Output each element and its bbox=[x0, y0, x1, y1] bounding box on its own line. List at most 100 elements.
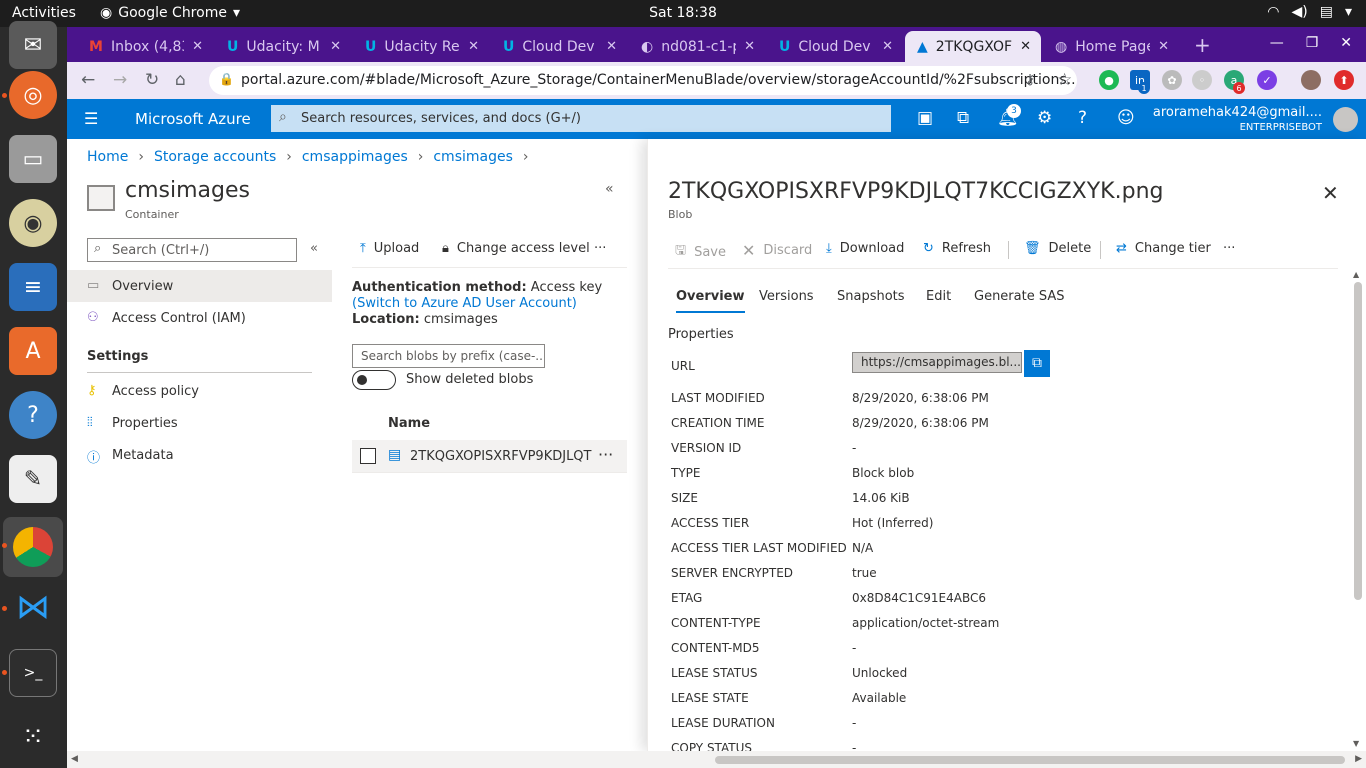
more-actions-button[interactable]: ··· bbox=[1223, 241, 1235, 256]
profile-avatar[interactable] bbox=[1301, 70, 1321, 90]
terminal-icon[interactable]: >_ bbox=[9, 649, 57, 697]
collapse-menu-icon[interactable]: « bbox=[310, 241, 318, 256]
menu-item-metadata[interactable]: ⓘ Metadata bbox=[67, 439, 332, 471]
hamburger-menu-icon[interactable]: ☰ bbox=[84, 109, 98, 128]
mail-icon[interactable]: ✉ bbox=[9, 21, 57, 69]
tab-udacity[interactable]: U Udacity: M ✕ bbox=[215, 31, 351, 62]
scroll-thumb[interactable] bbox=[1354, 282, 1362, 600]
refresh-button[interactable]: ↻ Refresh bbox=[923, 241, 991, 256]
breadcrumb-home[interactable]: Home bbox=[87, 149, 128, 165]
copy-icon[interactable]: ⧉ bbox=[1024, 350, 1050, 377]
address-bar[interactable]: portal.azure.com/#blade/Microsoft_Azure_… bbox=[209, 66, 1077, 95]
close-icon[interactable]: ✕ bbox=[1020, 39, 1031, 54]
help-icon[interactable]: ? bbox=[9, 391, 57, 439]
close-icon[interactable]: ✕ bbox=[330, 39, 341, 54]
writer-icon[interactable]: ≡ bbox=[9, 263, 57, 311]
azure-brand[interactable]: Microsoft Azure bbox=[135, 110, 251, 128]
scroll-up-icon[interactable]: ▲ bbox=[1353, 270, 1359, 279]
key-icon[interactable]: ⚷ bbox=[1025, 72, 1035, 88]
discard-button[interactable]: ✕ Discard bbox=[742, 241, 812, 260]
close-icon[interactable]: ✕ bbox=[468, 39, 479, 54]
more-actions-button[interactable]: ··· bbox=[594, 241, 606, 256]
rhythmbox-icon[interactable]: ◉ bbox=[9, 199, 57, 247]
change-tier-button[interactable]: ⇄ Change tier bbox=[1116, 241, 1211, 256]
save-button[interactable]: 🖫︎ Save bbox=[675, 241, 726, 263]
home-icon[interactable]: ⌂ bbox=[175, 70, 186, 90]
extension-icon[interactable]: ✓ bbox=[1257, 70, 1277, 90]
tab-generate-sas[interactable]: Generate SAS bbox=[974, 289, 1065, 304]
tab-versions[interactable]: Versions bbox=[759, 289, 814, 304]
download-button[interactable]: ⤓ Download bbox=[826, 241, 904, 256]
tab-github[interactable]: ◐ nd081-c1-p ✕ bbox=[629, 31, 765, 62]
upload-button[interactable]: ⤒ Upload bbox=[360, 241, 419, 256]
reload-icon[interactable]: ↻ bbox=[145, 70, 159, 90]
row-checkbox[interactable] bbox=[360, 448, 376, 464]
tab-udacity[interactable]: U Cloud Dev ✕ bbox=[491, 31, 627, 62]
back-icon[interactable]: ← bbox=[81, 70, 95, 90]
close-icon[interactable]: ✕ bbox=[1322, 181, 1339, 205]
tab-snapshots[interactable]: Snapshots bbox=[837, 289, 905, 304]
avatar[interactable] bbox=[1333, 107, 1358, 132]
extension-icon[interactable]: ◦ bbox=[1192, 70, 1212, 90]
tab-udacity[interactable]: U Cloud Dev ✕ bbox=[767, 31, 903, 62]
account-menu[interactable]: arorameh​ak424@gmail.... ENTERPRISEBOT bbox=[1153, 105, 1322, 135]
vertical-scrollbar[interactable]: ▲ ▼ bbox=[1351, 270, 1364, 750]
collapse-blade-icon[interactable]: « bbox=[605, 181, 614, 197]
blob-search-input[interactable]: Search blobs by prefix (case-... bbox=[352, 344, 545, 368]
text-editor-icon[interactable]: ✎ bbox=[9, 455, 57, 503]
forward-icon[interactable]: → bbox=[113, 70, 127, 90]
close-icon[interactable]: ✕ bbox=[882, 39, 893, 54]
vscode-icon[interactable]: ⋈ bbox=[9, 583, 57, 631]
row-more-button[interactable]: ··· bbox=[598, 445, 613, 464]
software-center-icon[interactable]: A bbox=[9, 327, 57, 375]
chrome-dock-icon[interactable] bbox=[3, 517, 63, 577]
menu-item-properties[interactable]: ⦙⦙ Properties bbox=[67, 407, 332, 439]
tab-edit[interactable]: Edit bbox=[926, 289, 951, 304]
maximize-icon[interactable]: ❐ bbox=[1306, 35, 1319, 51]
menu-item-overview[interactable]: ▭ Overview bbox=[67, 270, 332, 302]
change-access-level-button[interactable]: 🔒︎ Change access level bbox=[442, 241, 590, 256]
menu-item-iam[interactable]: ⚇ Access Control (IAM) bbox=[67, 302, 332, 334]
breadcrumb-storage-accounts[interactable]: Storage accounts bbox=[154, 149, 276, 165]
extension-icon[interactable]: ⬆ bbox=[1334, 70, 1354, 90]
settings-gear-icon[interactable]: ⚙ bbox=[1037, 108, 1052, 128]
extension-icon[interactable]: ● bbox=[1099, 70, 1119, 90]
blob-name[interactable]: 2TKQGXOPISXRFVP9KDJLQT7... bbox=[410, 449, 592, 464]
tab-azure-blob[interactable]: ▲ 2TKQGXOF ✕ bbox=[905, 31, 1041, 62]
directory-filter-icon[interactable]: ⧉ bbox=[957, 108, 969, 128]
close-window-icon[interactable]: ✕ bbox=[1340, 35, 1352, 51]
files-icon[interactable]: ▭ bbox=[9, 135, 57, 183]
table-row[interactable]: ▤ 2TKQGXOPISXRFVP9KDJLQT7... ··· bbox=[352, 440, 627, 473]
close-icon[interactable]: ✕ bbox=[744, 39, 755, 54]
tab-udacity[interactable]: U Udacity Re ✕ bbox=[353, 31, 489, 62]
cloud-shell-icon[interactable]: ▣ bbox=[917, 108, 933, 128]
menu-search-input[interactable]: ⌕ Search (Ctrl+/) bbox=[87, 238, 297, 262]
close-icon[interactable]: ✕ bbox=[1158, 39, 1169, 54]
scroll-right-icon[interactable]: ▶ bbox=[1355, 754, 1362, 764]
scroll-down-icon[interactable]: ▼ bbox=[1353, 739, 1359, 748]
firefox-icon[interactable]: ◎ bbox=[9, 71, 57, 119]
minimize-icon[interactable]: — bbox=[1270, 35, 1284, 51]
tab-gmail[interactable]: M Inbox (4,83 ✕ bbox=[77, 31, 213, 62]
help-icon[interactable]: ? bbox=[1078, 108, 1087, 128]
horizontal-scrollbar[interactable]: ◀ ▶ bbox=[67, 751, 1366, 768]
show-deleted-toggle[interactable] bbox=[352, 370, 396, 390]
close-icon[interactable]: ✕ bbox=[606, 39, 617, 54]
close-icon[interactable]: ✕ bbox=[192, 39, 203, 54]
clock[interactable]: Sat 18:38 bbox=[0, 5, 1366, 21]
tab-overview[interactable]: Overview bbox=[676, 289, 745, 313]
delete-button[interactable]: 🗑︎ Delete bbox=[1024, 241, 1091, 256]
show-apps-icon[interactable]: ⁙ bbox=[9, 713, 57, 761]
scroll-left-icon[interactable]: ◀ bbox=[71, 754, 78, 764]
lock-icon[interactable]: 🔒 bbox=[219, 72, 234, 86]
system-tray[interactable]: ◠ ◀) ▤ ▾ bbox=[1267, 4, 1352, 20]
breadcrumb-container[interactable]: cmsimages bbox=[433, 149, 513, 165]
extension-icon[interactable]: ✿ bbox=[1162, 70, 1182, 90]
global-search-input[interactable]: ⌕ Search resources, services, and docs (… bbox=[271, 105, 891, 132]
url-field[interactable]: https://cmsappimages.bl... bbox=[852, 352, 1022, 373]
switch-auth-link[interactable]: (Switch to Azure AD User Account) bbox=[352, 296, 577, 311]
tab-home-page[interactable]: ◍ Home Page ✕ bbox=[1043, 31, 1179, 62]
star-icon[interactable]: ☆ bbox=[1057, 70, 1072, 90]
menu-item-access-policy[interactable]: ⚷ Access policy bbox=[67, 375, 332, 407]
feedback-smiley-icon[interactable]: ☺ bbox=[1117, 108, 1135, 128]
